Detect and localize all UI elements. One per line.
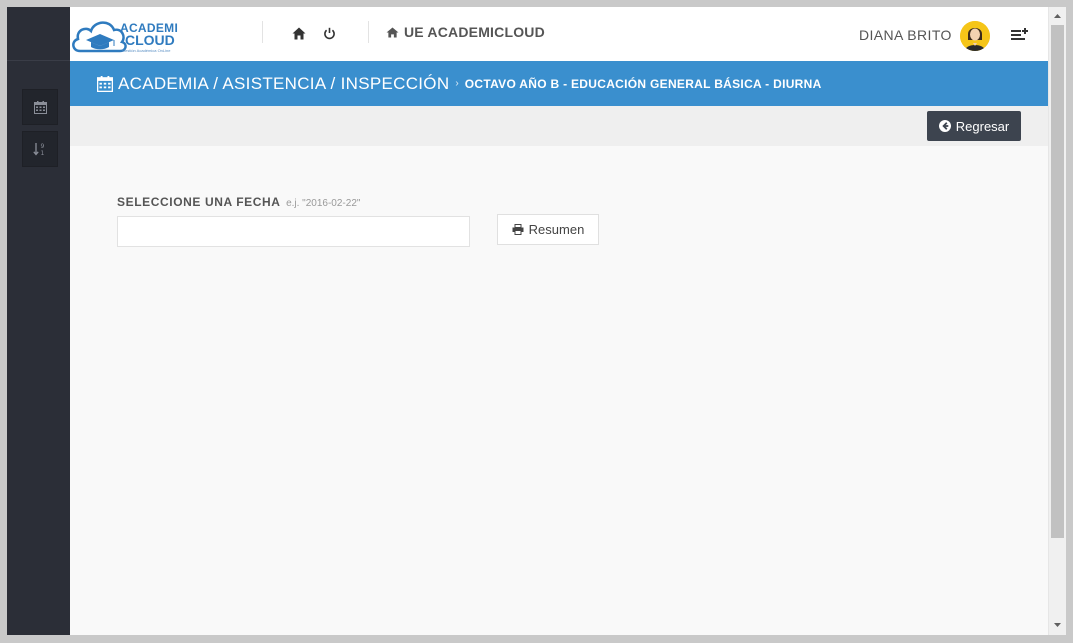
date-label-text: SELECCIONE UNA FECHA — [117, 195, 281, 209]
sort-numeric-icon: 9 1 — [33, 143, 45, 156]
user-avatar-icon — [960, 21, 990, 51]
svg-text:1: 1 — [41, 150, 45, 156]
school-name: UE ACADEMICLOUD — [404, 24, 545, 40]
svg-text:9: 9 — [41, 143, 45, 150]
logout-button[interactable] — [320, 24, 338, 42]
top-navbar: ACADEMI CLOUD Gestión Académica OnLine U… — [70, 7, 1048, 61]
sidebar-header — [7, 7, 70, 61]
page-header: ACADEMIA / ASISTENCIA / INSPECCIÓN › OCT… — [70, 61, 1048, 106]
print-icon — [512, 224, 524, 235]
scroll-down-button[interactable] — [1049, 618, 1066, 632]
school-link[interactable]: UE ACADEMICLOUD — [386, 24, 545, 40]
scroll-up-arrow-icon — [1054, 14, 1061, 18]
logo-tagline: Gestión Académica OnLine — [122, 48, 171, 53]
date-field-label: SELECCIONE UNA FECHA e.j. "2016-02-22" — [117, 195, 360, 209]
avatar[interactable] — [960, 21, 990, 51]
app-window: 9 1 ACADEMI CLOUD Gestión Académica OnLi… — [7, 7, 1066, 635]
sidebar-item-calendar[interactable] — [22, 89, 58, 125]
app-logo[interactable]: ACADEMI CLOUD Gestión Académica OnLine — [70, 13, 180, 57]
back-button[interactable]: Regresar — [927, 111, 1021, 141]
scroll-up-button[interactable] — [1049, 9, 1066, 23]
arrow-circle-left-icon — [938, 120, 951, 132]
back-button-label: Regresar — [955, 118, 1010, 134]
divider — [262, 21, 263, 43]
calendar-icon — [33, 100, 47, 114]
add-list-button[interactable] — [1011, 26, 1029, 42]
home-icon — [292, 27, 306, 39]
breadcrumb-separator: › — [455, 78, 459, 89]
user-name[interactable]: DIANA BRITO — [859, 27, 952, 43]
sidebar-item-sort[interactable]: 9 1 — [22, 131, 58, 167]
breadcrumb: ACADEMIA / ASISTENCIA / INSPECCIÓN — [97, 74, 449, 94]
action-bar: Regresar — [70, 106, 1048, 146]
vertical-scrollbar[interactable] — [1048, 7, 1066, 635]
logo-text-line2: CLOUD — [125, 32, 175, 48]
scroll-down-arrow-icon — [1054, 623, 1061, 627]
scrollbar-thumb[interactable] — [1051, 25, 1064, 538]
summary-button-label: Resumen — [528, 222, 585, 237]
power-icon — [323, 27, 335, 39]
sidebar: 9 1 — [7, 7, 70, 635]
home-button[interactable] — [290, 24, 308, 42]
playlist-add-icon — [1011, 28, 1028, 40]
date-hint: e.j. "2016-02-22" — [286, 198, 361, 209]
divider — [368, 21, 369, 43]
breadcrumb-text: ACADEMIA / ASISTENCIA / INSPECCIÓN — [118, 73, 450, 93]
summary-print-button[interactable]: Resumen — [497, 214, 599, 245]
date-input[interactable] — [117, 216, 470, 247]
calendar-icon — [97, 75, 113, 92]
page-subtitle: OCTAVO AÑO B - EDUCACIÓN GENERAL BÁSICA … — [464, 76, 822, 91]
home-icon — [386, 26, 399, 38]
